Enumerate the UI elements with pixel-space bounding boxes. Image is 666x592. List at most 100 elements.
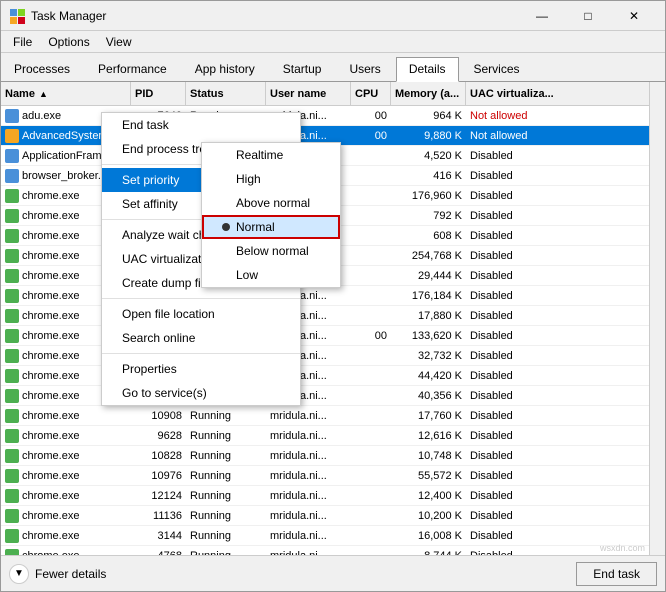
tab-users[interactable]: Users bbox=[336, 57, 393, 81]
cell-memory: 792 K bbox=[391, 210, 466, 222]
table-row[interactable]: chrome.exe 4768 Running mridula.ni... 8,… bbox=[1, 546, 665, 555]
process-icon bbox=[5, 329, 19, 343]
cell-uac: Disabled bbox=[466, 290, 665, 302]
end-task-button[interactable]: End task bbox=[576, 562, 657, 586]
menu-view[interactable]: View bbox=[98, 33, 140, 51]
cell-memory: 40,356 K bbox=[391, 390, 466, 402]
cell-memory: 176,184 K bbox=[391, 290, 466, 302]
table-row[interactable]: chrome.exe 9628 Running mridula.ni... 12… bbox=[1, 426, 665, 446]
tab-services[interactable]: Services bbox=[461, 57, 533, 81]
table-row[interactable]: chrome.exe 10828 Running mridula.ni... 1… bbox=[1, 446, 665, 466]
col-pid[interactable]: PID bbox=[131, 82, 186, 105]
cell-status: Running bbox=[186, 510, 266, 522]
ctx-open-file-location[interactable]: Open file location bbox=[102, 302, 300, 326]
process-icon bbox=[5, 249, 19, 263]
priority-normal[interactable]: Normal bbox=[202, 215, 340, 239]
tab-startup[interactable]: Startup bbox=[270, 57, 335, 81]
table-header: Name ▲ PID Status User name CPU Memory (… bbox=[1, 82, 665, 106]
cell-memory: 10,748 K bbox=[391, 450, 466, 462]
cell-pid: 11136 bbox=[131, 510, 186, 522]
process-icon bbox=[5, 309, 19, 323]
ctx-sep-3 bbox=[102, 298, 300, 299]
tab-processes[interactable]: Processes bbox=[1, 57, 83, 81]
process-icon bbox=[5, 469, 19, 483]
col-memory[interactable]: Memory (a... bbox=[391, 82, 466, 105]
ctx-search-online[interactable]: Search online bbox=[102, 326, 300, 350]
close-button[interactable]: ✕ bbox=[611, 1, 657, 31]
window-title: Task Manager bbox=[31, 9, 519, 23]
cell-uac: Disabled bbox=[466, 530, 665, 542]
cell-status: Running bbox=[186, 530, 266, 542]
cell-username: mridula.ni... bbox=[266, 510, 351, 522]
cell-uac: Disabled bbox=[466, 210, 665, 222]
process-table-container: Name ▲ PID Status User name CPU Memory (… bbox=[1, 82, 665, 555]
fewer-details-label: Fewer details bbox=[35, 567, 106, 581]
cell-memory: 12,400 K bbox=[391, 490, 466, 502]
col-status[interactable]: Status bbox=[186, 82, 266, 105]
cell-pid: 12124 bbox=[131, 490, 186, 502]
ctx-properties[interactable]: Properties bbox=[102, 357, 300, 381]
priority-above-normal[interactable]: Above normal bbox=[202, 191, 340, 215]
process-icon bbox=[5, 269, 19, 283]
cell-uac: Disabled bbox=[466, 450, 665, 462]
cell-status: Running bbox=[186, 430, 266, 442]
scrollbar[interactable] bbox=[649, 82, 665, 555]
cell-status: Running bbox=[186, 550, 266, 556]
table-row[interactable]: chrome.exe 12124 Running mridula.ni... 1… bbox=[1, 486, 665, 506]
tab-details[interactable]: Details bbox=[396, 57, 459, 82]
cell-uac: Disabled bbox=[466, 170, 665, 182]
col-username[interactable]: User name bbox=[266, 82, 351, 105]
table-row[interactable]: chrome.exe 3144 Running mridula.ni... 16… bbox=[1, 526, 665, 546]
priority-low[interactable]: Low bbox=[202, 263, 340, 287]
process-icon bbox=[5, 109, 19, 123]
process-icon bbox=[5, 209, 19, 223]
priority-high[interactable]: High bbox=[202, 167, 340, 191]
maximize-button[interactable]: □ bbox=[565, 1, 611, 31]
cell-memory: 254,768 K bbox=[391, 250, 466, 262]
cell-memory: 16,008 K bbox=[391, 530, 466, 542]
col-cpu[interactable]: CPU bbox=[351, 82, 391, 105]
cell-memory: 12,616 K bbox=[391, 430, 466, 442]
cell-uac: Disabled bbox=[466, 350, 665, 362]
col-uac[interactable]: UAC virtualiza... bbox=[466, 82, 665, 105]
cell-uac: Not allowed bbox=[466, 110, 665, 122]
ctx-go-to-services[interactable]: Go to service(s) bbox=[102, 381, 300, 405]
cell-uac: Disabled bbox=[466, 410, 665, 422]
priority-realtime[interactable]: Realtime bbox=[202, 143, 340, 167]
cell-memory: 44,420 K bbox=[391, 370, 466, 382]
process-icon bbox=[5, 489, 19, 503]
cell-memory: 29,444 K bbox=[391, 270, 466, 282]
table-row[interactable]: chrome.exe 11136 Running mridula.ni... 1… bbox=[1, 506, 665, 526]
col-name[interactable]: Name ▲ bbox=[1, 82, 131, 105]
process-icon bbox=[5, 449, 19, 463]
priority-below-normal[interactable]: Below normal bbox=[202, 239, 340, 263]
cell-uac: Disabled bbox=[466, 390, 665, 402]
table-row[interactable]: chrome.exe 10976 Running mridula.ni... 5… bbox=[1, 466, 665, 486]
minimize-button[interactable]: — bbox=[519, 1, 565, 31]
cell-memory: 10,200 K bbox=[391, 510, 466, 522]
cell-name: chrome.exe bbox=[1, 529, 131, 543]
fewer-details-button[interactable]: ▼ Fewer details bbox=[9, 564, 106, 584]
tab-app-history[interactable]: App history bbox=[182, 57, 268, 81]
process-icon bbox=[5, 509, 19, 523]
menu-bar: File Options View bbox=[1, 31, 665, 53]
ctx-end-task[interactable]: End task bbox=[102, 113, 300, 137]
process-icon bbox=[5, 409, 19, 423]
cell-name: chrome.exe bbox=[1, 549, 131, 556]
title-bar: Task Manager — □ ✕ bbox=[1, 1, 665, 31]
menu-options[interactable]: Options bbox=[40, 33, 97, 51]
cell-uac: Disabled bbox=[466, 490, 665, 502]
task-manager-window: Task Manager — □ ✕ File Options View Pro… bbox=[0, 0, 666, 592]
menu-file[interactable]: File bbox=[5, 33, 40, 51]
cell-pid: 10908 bbox=[131, 410, 186, 422]
table-row[interactable]: chrome.exe 10908 Running mridula.ni... 1… bbox=[1, 406, 665, 426]
cell-pid: 4768 bbox=[131, 550, 186, 556]
cell-name: chrome.exe bbox=[1, 409, 131, 423]
app-icon bbox=[9, 8, 25, 24]
tab-performance[interactable]: Performance bbox=[85, 57, 180, 81]
cell-memory: 9,880 K bbox=[391, 130, 466, 142]
tab-bar: Processes Performance App history Startu… bbox=[1, 53, 665, 82]
cell-memory: 964 K bbox=[391, 110, 466, 122]
cell-status: Running bbox=[186, 470, 266, 482]
cell-uac: Disabled bbox=[466, 150, 665, 162]
